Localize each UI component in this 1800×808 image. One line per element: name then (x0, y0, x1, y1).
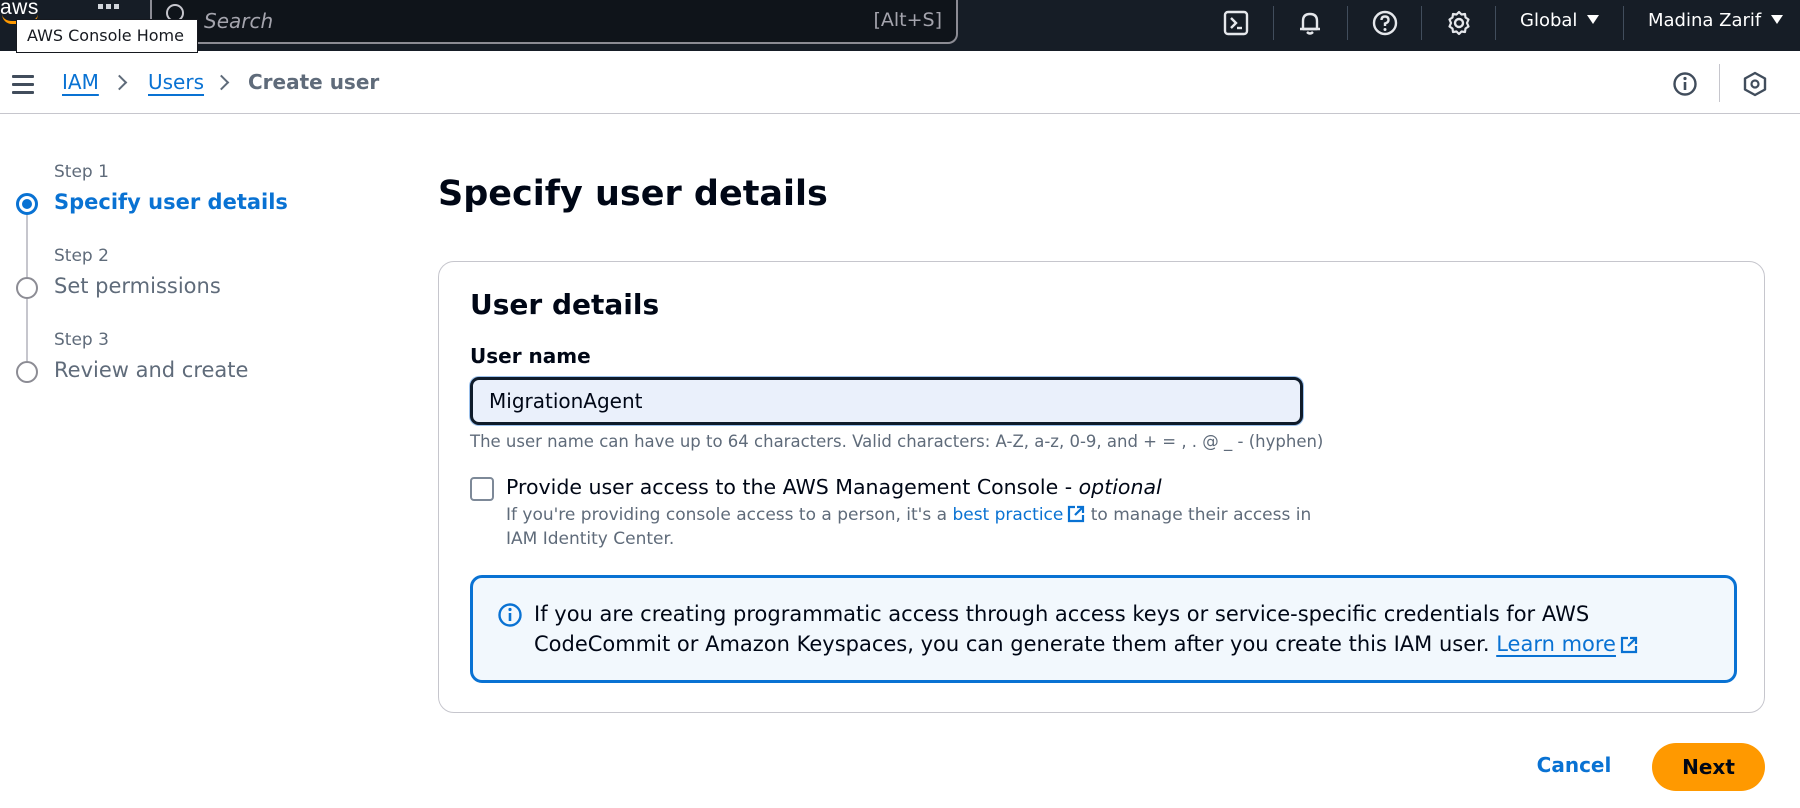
description-text: If you're providing console access to a … (506, 505, 953, 525)
cancel-button[interactable]: Cancel (1526, 743, 1622, 787)
search-shortcut: [Alt+S] (873, 9, 942, 31)
learn-more-link-text: Learn more (1496, 632, 1616, 656)
card-title: User details (470, 288, 660, 321)
breadcrumb-iam[interactable]: IAM (62, 70, 99, 94)
chevron-right-icon (213, 74, 230, 91)
chevron-down-icon (1771, 15, 1784, 24)
breadcrumb-users[interactable]: Users (148, 70, 204, 94)
external-link-icon (1068, 505, 1085, 523)
user-name-label: Madina Zarif (1648, 10, 1762, 31)
settings-icon[interactable] (1445, 9, 1473, 37)
top-navigation: aws Search [Alt+S] Global Madina Zarif (0, 0, 1800, 51)
external-link-icon (1620, 636, 1638, 654)
search-input[interactable]: Search [Alt+S] (150, 0, 958, 44)
console-access-description: If you're providing console access to a … (506, 503, 1326, 551)
info-alert: If you are creating programmatic access … (470, 575, 1737, 683)
page-title: Specify user details (438, 174, 828, 214)
console-access-label-text: Provide user access to the AWS Managemen… (506, 475, 1079, 499)
user-name-input[interactable]: MigrationAgent (470, 377, 1303, 425)
console-access-label[interactable]: Provide user access to the AWS Managemen… (506, 475, 1162, 499)
region-label: Global (1520, 10, 1578, 31)
console-home-tooltip: AWS Console Home (16, 19, 198, 53)
step-1-number: Step 1 (54, 162, 109, 182)
info-circle-icon (498, 603, 522, 627)
help-icon[interactable] (1371, 9, 1399, 37)
account-menu[interactable]: Madina Zarif (1648, 10, 1784, 31)
breadcrumb-current: Create user (248, 70, 380, 94)
step-3-indicator (16, 361, 38, 383)
step-1-indicator (16, 193, 38, 215)
step-1-title: Specify user details (54, 190, 288, 214)
region-selector[interactable]: Global (1520, 10, 1600, 31)
info-alert-message: If you are creating programmatic access … (534, 602, 1590, 656)
chevron-down-icon (1587, 15, 1600, 24)
menu-icon[interactable] (12, 75, 34, 94)
user-name-label: User name (470, 344, 591, 368)
security-hexagon-icon[interactable] (1742, 71, 1768, 97)
best-practice-link[interactable]: best practice (952, 505, 1085, 525)
user-details-card: User details User name MigrationAgent Th… (438, 261, 1765, 713)
step-2-title[interactable]: Set permissions (54, 274, 221, 298)
step-3-title[interactable]: Review and create (54, 358, 248, 382)
step-2-indicator (16, 277, 38, 299)
step-2-number: Step 2 (54, 246, 109, 266)
cloudshell-icon[interactable] (1222, 9, 1250, 37)
user-name-hint: The user name can have up to 64 characte… (470, 432, 1324, 451)
bell-icon[interactable] (1296, 9, 1324, 37)
breadcrumb-bar: IAM Users Create user (0, 51, 1800, 114)
info-icon[interactable] (1672, 71, 1698, 97)
next-button[interactable]: Next (1652, 743, 1765, 791)
learn-more-link[interactable]: Learn more (1496, 632, 1638, 656)
services-grid-icon[interactable] (98, 4, 122, 18)
search-placeholder: Search (204, 9, 274, 33)
console-access-checkbox[interactable] (470, 477, 494, 501)
info-alert-text: If you are creating programmatic access … (534, 599, 1714, 659)
step-3-number: Step 3 (54, 330, 109, 350)
optional-tag: optional (1078, 475, 1162, 499)
best-practice-link-text: best practice (952, 505, 1064, 525)
chevron-right-icon (111, 74, 128, 91)
